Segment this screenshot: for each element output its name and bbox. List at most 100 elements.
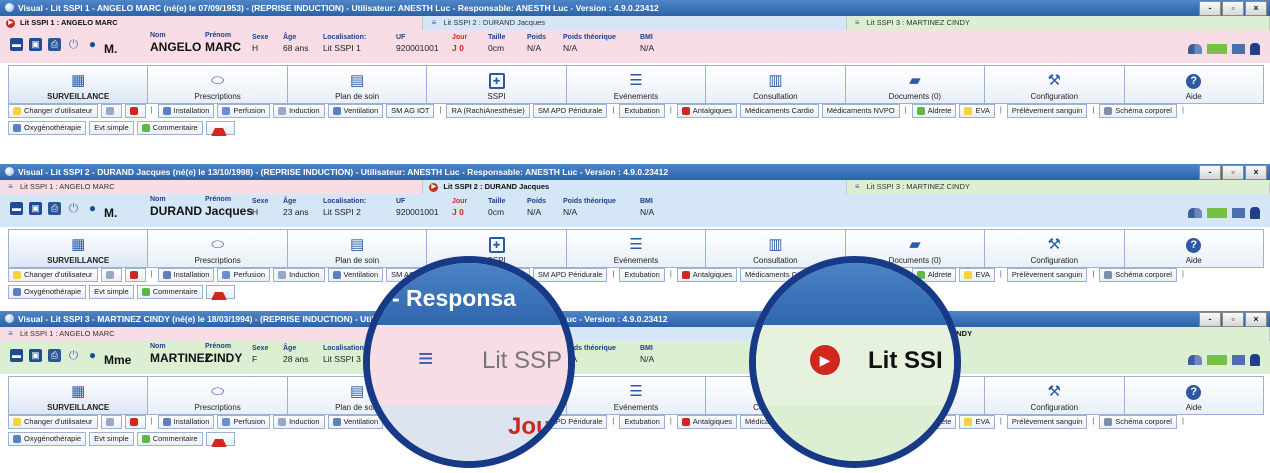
lock-icon[interactable] [1250, 354, 1260, 366]
toolbar-button[interactable]: Perfusion [217, 268, 271, 282]
nav-item[interactable]: ☰ Evénements [566, 377, 707, 414]
toolbar-button[interactable]: Extubation [619, 415, 665, 429]
toolbar-button[interactable]: Installation [157, 268, 215, 282]
toolbar-button[interactable]: Antalgiques [676, 104, 737, 118]
nav-item[interactable]: ⬭ Prescriptions [148, 230, 288, 267]
patient-tab[interactable]: ≡ Lit SSPI 3 : MARTINEZ CINDY [846, 16, 1270, 30]
nav-item[interactable]: ☰ Evénements [566, 66, 707, 103]
nav-item[interactable]: ▥ Consultation [706, 66, 846, 103]
person-icon[interactable]: ● [86, 202, 99, 215]
users-icon[interactable] [1188, 355, 1202, 365]
toolbar-button[interactable] [124, 415, 146, 429]
toolbar-button[interactable]: Antalgiques [676, 415, 737, 429]
lock-icon[interactable] [1250, 43, 1260, 55]
nav-item[interactable]: ⬭ Prescriptions [148, 377, 288, 414]
monitor-wave-icon[interactable] [1207, 208, 1227, 218]
nav-item[interactable]: ▦ SURVEILLANCE [9, 377, 149, 414]
power-icon[interactable]: ⏻ [67, 38, 80, 51]
maximize-button[interactable]: ▫ [1222, 1, 1244, 16]
toolbar-button[interactable]: Induction [273, 415, 325, 429]
toolbar-button[interactable]: Commentaire [136, 432, 203, 446]
toolbar-button[interactable] [124, 104, 146, 118]
calendar-icon[interactable]: ▣ [29, 38, 42, 51]
toolbar-button[interactable]: EVA [959, 104, 995, 118]
nav-item[interactable]: ▰ Documents (0) [845, 66, 986, 103]
toolbar-button[interactable]: Changer d'utilisateur [8, 415, 98, 429]
toolbar-button[interactable] [205, 121, 235, 136]
power-icon[interactable]: ⏻ [67, 349, 80, 362]
patient-tab[interactable]: ≡ Lit SSPI 3 : MARTINEZ CINDY [846, 180, 1270, 194]
patient-tab[interactable]: ≡ Lit SSPI 1 : ANGELO MARC [0, 180, 424, 194]
print-icon[interactable]: ⎙ [48, 202, 61, 215]
toolbar-button[interactable]: Evt simple [89, 285, 134, 299]
close-button[interactable]: × [1245, 165, 1267, 180]
patient-tab[interactable]: ▶ Lit SSPI 2 : DURAND Jacques [423, 180, 847, 194]
toolbar-button[interactable] [100, 415, 122, 429]
calendar-icon[interactable]: ▣ [29, 202, 42, 215]
toolbar-button[interactable]: Changer d'utilisateur [8, 268, 98, 282]
toolbar-button[interactable] [205, 432, 235, 447]
minimize-button[interactable]: - [1199, 1, 1221, 16]
toolbar-button[interactable]: Schéma corporel [1099, 268, 1177, 282]
calendar-icon[interactable]: ▣ [29, 349, 42, 362]
maximize-button[interactable]: ▫ [1222, 312, 1244, 327]
toolbar-button[interactable]: EVA [959, 415, 995, 429]
nav-item[interactable]: ▤ Plan de soin [287, 66, 428, 103]
toolbar-button[interactable]: Evt simple [89, 121, 134, 135]
toolbar-button[interactable]: Oxygénothérapie [8, 432, 87, 446]
toolbar-button[interactable]: Prélèvement sanguin [1006, 104, 1088, 118]
patient-tab[interactable]: ▶ Lit SSPI 1 : ANGELO MARC [0, 16, 424, 30]
nav-item[interactable]: ✚ SSPI [427, 66, 567, 103]
toolbar-button[interactable]: Aldrete [911, 104, 957, 118]
nav-item[interactable]: ▦ SURVEILLANCE [9, 66, 149, 103]
person-icon[interactable]: ● [86, 349, 99, 362]
mail-icon[interactable] [1232, 208, 1245, 218]
nav-item[interactable]: ? Aide [1124, 230, 1263, 267]
close-button[interactable]: × [1245, 312, 1267, 327]
toolbar-button[interactable]: SM APD Péridurale [532, 104, 608, 118]
toolbar-button[interactable]: Perfusion [217, 415, 271, 429]
toolbar-button[interactable]: Ventilation [327, 104, 384, 118]
toolbar-button[interactable]: Médicaments Cardio [740, 104, 819, 118]
users-icon[interactable] [1188, 208, 1202, 218]
print-icon[interactable]: ⎙ [48, 38, 61, 51]
nav-item[interactable]: ▦ SURVEILLANCE [9, 230, 149, 267]
toolbar-button[interactable]: Oxygénothérapie [8, 121, 87, 135]
power-icon[interactable]: ⏻ [67, 202, 80, 215]
toolbar-button[interactable]: Changer d'utilisateur [8, 104, 98, 118]
toolbar-button[interactable]: Oxygénothérapie [8, 285, 87, 299]
minimize-button[interactable]: - [1199, 312, 1221, 327]
toolbar-button[interactable]: EVA [959, 268, 995, 282]
bed-icon[interactable]: ▬ [10, 202, 23, 215]
toolbar-button[interactable] [100, 104, 122, 118]
toolbar-button[interactable]: Commentaire [136, 121, 203, 135]
bed-icon[interactable]: ▬ [10, 38, 23, 51]
nav-item[interactable]: ☰ Evénements [566, 230, 707, 267]
print-icon[interactable]: ⎙ [48, 349, 61, 362]
toolbar-button[interactable]: Médicaments NVPO [821, 104, 900, 118]
toolbar-button[interactable]: Prélèvement sanguin [1006, 415, 1088, 429]
toolbar-button[interactable]: RA (RachiAnesthésie) [446, 104, 530, 118]
nav-item[interactable]: ⚒ Configuration [985, 377, 1125, 414]
patient-tab[interactable]: ≡ Lit SSPI 1 : ANGELO MARC [0, 327, 424, 341]
toolbar-button[interactable]: Extubation [619, 268, 665, 282]
bed-icon[interactable]: ▬ [10, 349, 23, 362]
maximize-button[interactable]: ▫ [1222, 165, 1244, 180]
toolbar-button[interactable]: Commentaire [136, 285, 203, 299]
toolbar-button[interactable]: Induction [273, 268, 325, 282]
nav-item[interactable]: ⚒ Configuration [985, 230, 1125, 267]
nav-item[interactable]: ? Aide [1124, 377, 1263, 414]
minimize-button[interactable]: - [1199, 165, 1221, 180]
toolbar-button[interactable]: Perfusion [217, 104, 271, 118]
close-button[interactable]: × [1245, 1, 1267, 16]
nav-item[interactable]: ⚒ Configuration [985, 66, 1125, 103]
person-icon[interactable]: ● [86, 38, 99, 51]
monitor-wave-icon[interactable] [1207, 355, 1227, 365]
mail-icon[interactable] [1232, 355, 1245, 365]
toolbar-button[interactable]: Schéma corporel [1099, 104, 1177, 118]
monitor-wave-icon[interactable] [1207, 44, 1227, 54]
patient-tab[interactable]: ≡ Lit SSPI 2 : DURAND Jacques [423, 16, 847, 30]
toolbar-button[interactable]: Installation [157, 104, 215, 118]
nav-item[interactable]: ▤ Plan de soin [287, 230, 428, 267]
toolbar-button[interactable]: Induction [273, 104, 325, 118]
